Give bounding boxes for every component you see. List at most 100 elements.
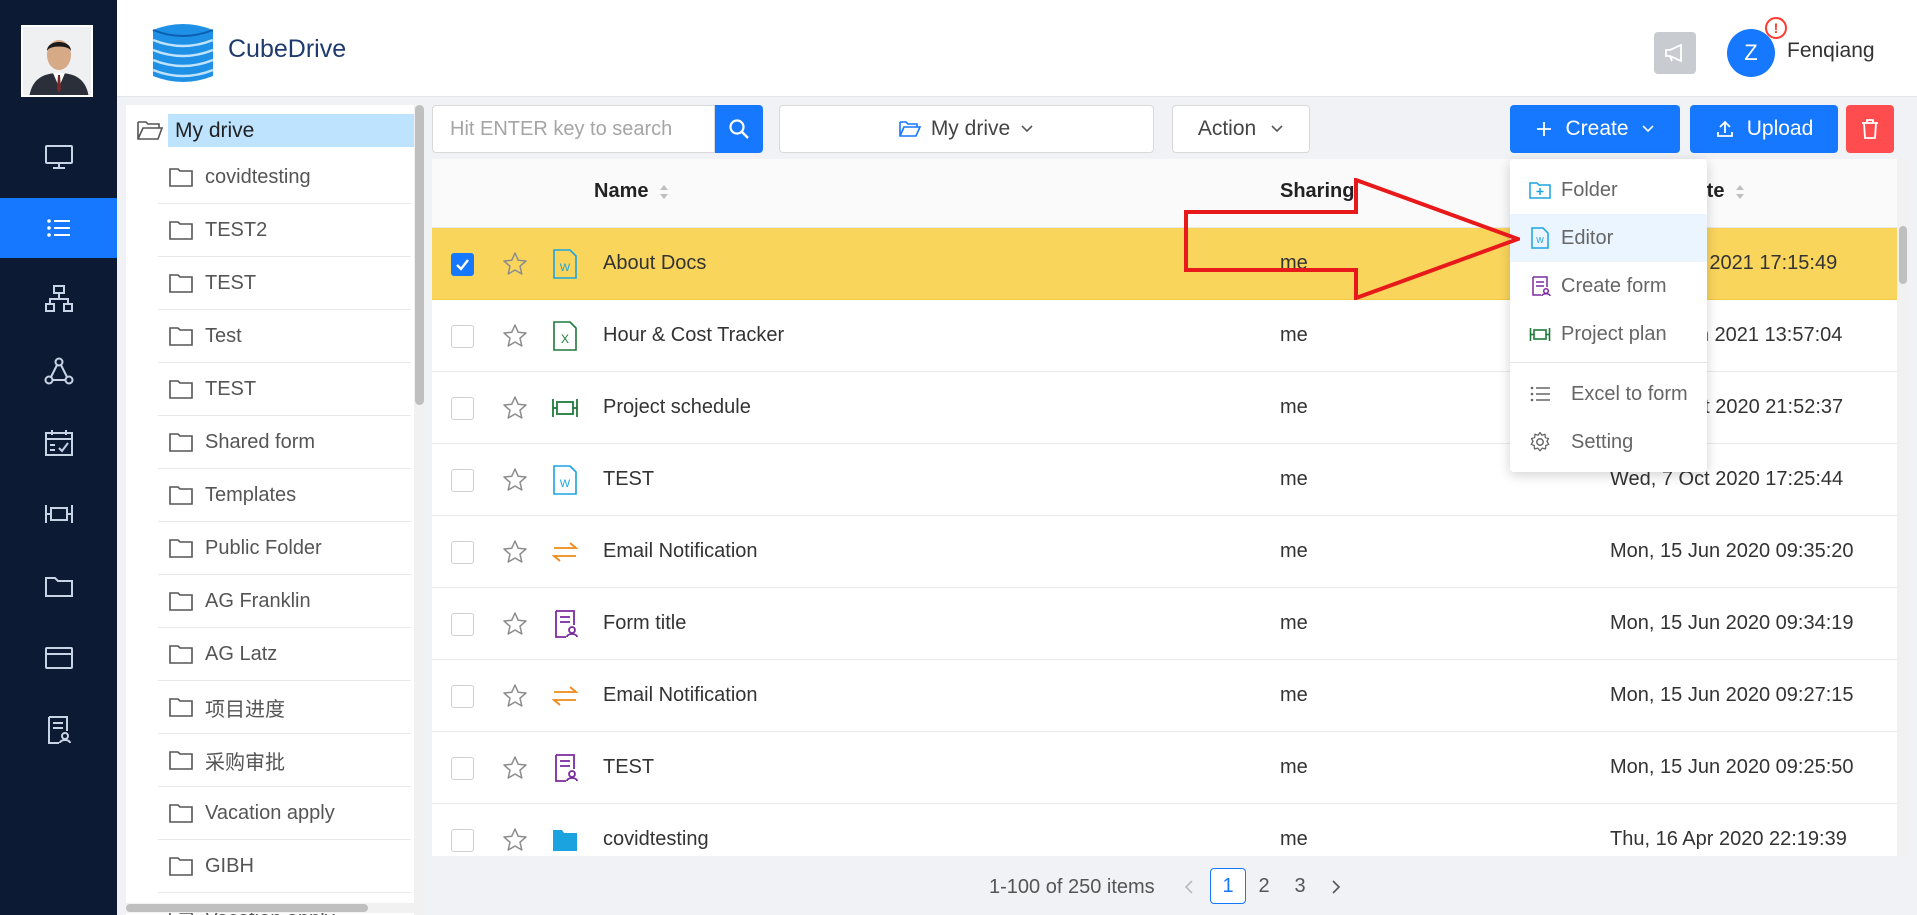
create-menu-item-editor[interactable]: W Editor — [1510, 214, 1707, 262]
search-button[interactable] — [715, 105, 763, 153]
file-name[interactable]: TEST — [603, 468, 654, 491]
file-name[interactable]: Hour & Cost Tracker — [603, 324, 784, 347]
create-button[interactable]: Create — [1510, 105, 1680, 153]
row-checkbox[interactable] — [451, 397, 474, 420]
file-name[interactable]: TEST — [603, 756, 654, 779]
create-menu-item-folder[interactable]: Folder — [1510, 166, 1707, 214]
table-vertical-scrollbar[interactable] — [1897, 159, 1909, 856]
file-name[interactable]: About Docs — [603, 252, 706, 275]
row-checkbox[interactable] — [451, 469, 474, 492]
pagination-page[interactable]: 1 — [1210, 868, 1246, 904]
star-icon[interactable] — [502, 755, 528, 781]
star-icon[interactable] — [502, 323, 528, 349]
star-icon[interactable] — [502, 683, 528, 709]
tree-folder-item[interactable]: 采购审批 — [158, 734, 411, 787]
chevron-left-icon[interactable] — [1182, 878, 1196, 896]
rail-files-list[interactable] — [0, 198, 117, 258]
tree-folder-item[interactable]: AG Latz — [158, 628, 411, 681]
plus-icon — [1537, 122, 1552, 136]
chevron-down-icon — [1021, 125, 1033, 133]
folder-open-icon — [899, 121, 921, 137]
delete-button[interactable] — [1846, 105, 1894, 153]
tree-folder-item[interactable]: covidtesting — [158, 151, 411, 204]
row-checkbox[interactable] — [451, 757, 474, 780]
rail-organization[interactable] — [0, 269, 117, 329]
pagination-page[interactable]: 3 — [1282, 868, 1318, 904]
file-name[interactable]: Project schedule — [603, 396, 751, 419]
file-name[interactable]: Email Notification — [603, 540, 758, 563]
announcement-button[interactable] — [1654, 32, 1696, 74]
folder-filled-icon — [553, 830, 577, 851]
table-row[interactable]: TEST me Mon, 15 Jun 2020 09:25:50 — [432, 732, 1897, 804]
checkmark-icon — [456, 259, 469, 271]
create-menu-item-setting[interactable]: Setting — [1510, 418, 1707, 466]
pagination-page[interactable]: 2 — [1246, 868, 1282, 904]
tree-folder-item[interactable]: 项目进度 — [158, 681, 411, 734]
tree-root-my-drive[interactable]: My drive — [168, 114, 418, 147]
tree-scroll-thumb[interactable] — [415, 105, 424, 405]
folder-icon — [169, 433, 193, 452]
tree-folder-item[interactable]: TEST — [158, 257, 411, 310]
tree-horizontal-scrollbar[interactable] — [126, 903, 414, 913]
file-name[interactable]: Form title — [603, 612, 686, 635]
row-checkbox[interactable] — [451, 829, 474, 852]
table-row[interactable]: Form title me Mon, 15 Jun 2020 09:34:19 — [432, 588, 1897, 660]
create-menu-item-create-form[interactable]: Create form — [1510, 262, 1707, 310]
row-checkbox[interactable] — [451, 685, 474, 708]
drive-selector[interactable]: My drive — [779, 105, 1154, 153]
tree-folder-item[interactable]: TEST2 — [158, 204, 411, 257]
star-icon[interactable] — [502, 611, 528, 637]
star-icon[interactable] — [502, 251, 528, 277]
folder-icon — [169, 380, 193, 399]
create-menu-item-excel-to-form[interactable]: Excel to form — [1510, 370, 1707, 418]
tree-root-icon-wrap[interactable] — [136, 112, 164, 148]
star-icon[interactable] — [502, 827, 528, 853]
tree-folder-item[interactable]: Public Folder — [158, 522, 411, 575]
row-checkbox[interactable] — [451, 253, 474, 276]
column-sharing-header[interactable]: Sharing — [1280, 180, 1354, 203]
rail-workflow[interactable] — [0, 341, 117, 401]
star-icon[interactable] — [502, 467, 528, 493]
tree-hscroll-thumb[interactable] — [126, 904, 368, 912]
tree-folder-item[interactable]: GIBH — [158, 840, 411, 893]
folder-icon — [169, 539, 193, 558]
tree-folder-item[interactable]: TEST — [158, 363, 411, 416]
table-row[interactable]: Email Notification me Mon, 15 Jun 2020 09:… — [432, 516, 1897, 588]
notification-badge[interactable]: ! — [1765, 17, 1787, 39]
tree-folder-item[interactable]: AG Franklin — [158, 575, 411, 628]
rail-forms[interactable] — [0, 700, 117, 760]
table-row[interactable]: covidtesting me Thu, 16 Apr 2020 22:19:39 — [432, 804, 1897, 856]
row-checkbox[interactable] — [451, 325, 474, 348]
rail-calendar[interactable] — [0, 413, 117, 473]
tree-folder-item[interactable]: Shared form — [158, 416, 411, 469]
file-name[interactable]: covidtesting — [603, 828, 709, 851]
chevron-right-icon[interactable] — [1329, 878, 1343, 896]
search-input[interactable] — [432, 105, 715, 153]
rail-desktop[interactable] — [0, 127, 117, 187]
rail-cards[interactable] — [0, 628, 117, 688]
table-row[interactable]: Email Notification me Mon, 15 Jun 2020 09:… — [432, 660, 1897, 732]
svg-text:W: W — [560, 478, 571, 490]
rail-project-plan[interactable] — [0, 484, 117, 544]
upload-button[interactable]: Upload — [1690, 105, 1838, 153]
tree-folder-item[interactable]: Templates — [158, 469, 411, 522]
file-sharing: me — [1280, 324, 1308, 346]
action-dropdown-button[interactable]: Action — [1172, 105, 1310, 153]
doc-icon: W — [1531, 227, 1549, 249]
star-icon[interactable] — [502, 395, 528, 421]
profile-photo[interactable] — [21, 25, 93, 97]
tree-folder-item[interactable]: Test — [158, 310, 411, 363]
sort-icon — [660, 184, 669, 199]
tree-folder-item[interactable]: Vacation apply — [158, 787, 411, 840]
row-checkbox[interactable] — [451, 541, 474, 564]
user-name[interactable]: Fenqiang — [1787, 39, 1875, 63]
desktop-icon — [44, 145, 73, 169]
rail-folders[interactable] — [0, 556, 117, 616]
tree-vertical-scrollbar[interactable] — [414, 105, 425, 915]
column-name-header[interactable]: Name — [594, 180, 670, 203]
row-checkbox[interactable] — [451, 613, 474, 636]
create-menu-item-project-plan[interactable]: Project plan — [1510, 310, 1707, 358]
file-name[interactable]: Email Notification — [603, 684, 758, 707]
table-scroll-thumb[interactable] — [1899, 226, 1907, 284]
star-icon[interactable] — [502, 539, 528, 565]
